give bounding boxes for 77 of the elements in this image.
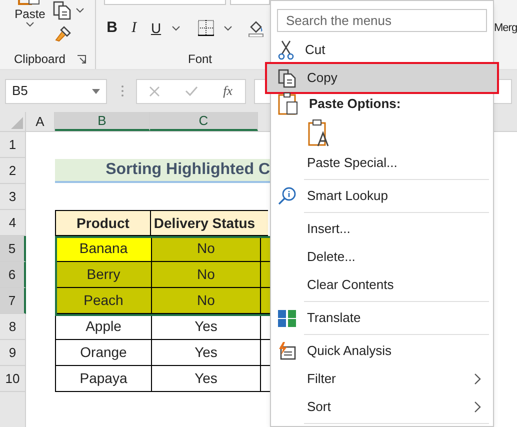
paste-button[interactable]: Paste xyxy=(12,0,48,27)
row-header[interactable]: 3 xyxy=(0,184,26,210)
row-header-strip xyxy=(0,392,26,427)
clipboard-icon xyxy=(277,92,299,116)
table-cell: Apple xyxy=(55,314,151,340)
insert-function-button[interactable]: fx xyxy=(223,81,233,101)
table-cell xyxy=(258,210,268,236)
search-field[interactable]: Search the menus xyxy=(277,9,487,32)
table-cell: Yes xyxy=(151,340,260,366)
ribbon-label: Merg xyxy=(494,21,517,36)
menu-item[interactable]: Insert... xyxy=(271,215,493,243)
row-header[interactable]: 8 xyxy=(0,314,26,340)
table-cell: No xyxy=(151,236,260,262)
column-header[interactable]: C xyxy=(150,112,258,131)
menu-item[interactable]: Smart Lookup xyxy=(271,182,493,210)
bold-button[interactable]: B xyxy=(106,17,118,40)
title-text: Sorting Highlighted C xyxy=(55,159,270,183)
menu-item[interactable]: Quick Analysis xyxy=(271,337,493,365)
menu-item[interactable]: Delete... xyxy=(271,243,493,271)
underline-button[interactable]: U xyxy=(150,18,162,39)
menu-item[interactable]: Sort xyxy=(271,393,493,421)
menu-item[interactable]: Clear Contents xyxy=(271,271,493,299)
caret-icon[interactable] xyxy=(224,26,232,31)
column-header[interactable]: B xyxy=(55,112,150,131)
copy-icon xyxy=(277,68,297,88)
table-cell: Banana xyxy=(55,236,151,262)
scissors-icon xyxy=(277,40,295,60)
chevron-right-icon xyxy=(474,373,481,385)
row-header[interactable]: 1 xyxy=(0,132,26,158)
font-size-field[interactable] xyxy=(230,0,270,5)
dropdown-caret-icon xyxy=(92,88,100,94)
font-name-field[interactable] xyxy=(104,0,226,5)
table-cell: Yes xyxy=(151,314,260,340)
table-cell xyxy=(260,236,270,262)
caret-icon[interactable] xyxy=(76,8,84,12)
italic-button[interactable]: I xyxy=(128,17,140,40)
chevron-right-icon xyxy=(474,401,481,413)
row-header[interactable]: 2 xyxy=(0,158,26,184)
row-header[interactable]: 5 xyxy=(0,236,26,262)
menu-item[interactable]: Filter xyxy=(271,365,493,393)
translate-icon xyxy=(277,308,297,328)
table-cell: Berry xyxy=(55,262,151,288)
group-label: Font xyxy=(188,51,212,68)
column-heading: Delivery Status xyxy=(150,210,259,236)
table-cell xyxy=(260,288,270,314)
table-cell xyxy=(260,262,270,288)
row-header[interactable]: 4 xyxy=(0,210,26,236)
row-header[interactable]: 7 xyxy=(0,288,26,314)
search-icon xyxy=(277,186,297,206)
menu-item[interactable]: Translate xyxy=(271,304,493,332)
menu-item[interactable]: Copy xyxy=(267,64,497,92)
launcher-icon[interactable] xyxy=(77,54,86,64)
caret-icon[interactable] xyxy=(172,26,180,31)
dropdown-caret-icon[interactable] xyxy=(26,22,34,27)
table-cell: Yes xyxy=(151,366,260,392)
row-header[interactable]: 6 xyxy=(0,262,26,288)
paste-text-icon[interactable] xyxy=(307,118,331,148)
name-box[interactable]: B5 xyxy=(5,78,107,104)
table-cell: Orange xyxy=(55,340,151,366)
row-header[interactable]: 10 xyxy=(0,366,26,392)
table-cell: Peach xyxy=(55,288,151,314)
row-header[interactable]: 9 xyxy=(0,340,26,366)
table-cell: No xyxy=(151,262,260,288)
table-cell: Papaya xyxy=(55,366,151,392)
group-label: Clipboard xyxy=(14,51,66,68)
check-icon[interactable] xyxy=(185,86,198,96)
copy-button[interactable] xyxy=(52,0,84,20)
lightning-table-icon xyxy=(277,341,297,361)
paintbrush-icon[interactable] xyxy=(54,25,72,43)
menu-heading: Paste Options: xyxy=(309,95,401,114)
drag-handle-icon[interactable] xyxy=(121,85,124,97)
table-cell: No xyxy=(151,288,260,314)
fill-bucket-icon[interactable] xyxy=(248,19,264,38)
borders-icon[interactable] xyxy=(198,20,214,36)
menu-item[interactable]: Cut xyxy=(271,36,493,64)
column-heading: Product xyxy=(55,210,151,236)
menu-item[interactable]: Paste Special... xyxy=(271,149,493,177)
